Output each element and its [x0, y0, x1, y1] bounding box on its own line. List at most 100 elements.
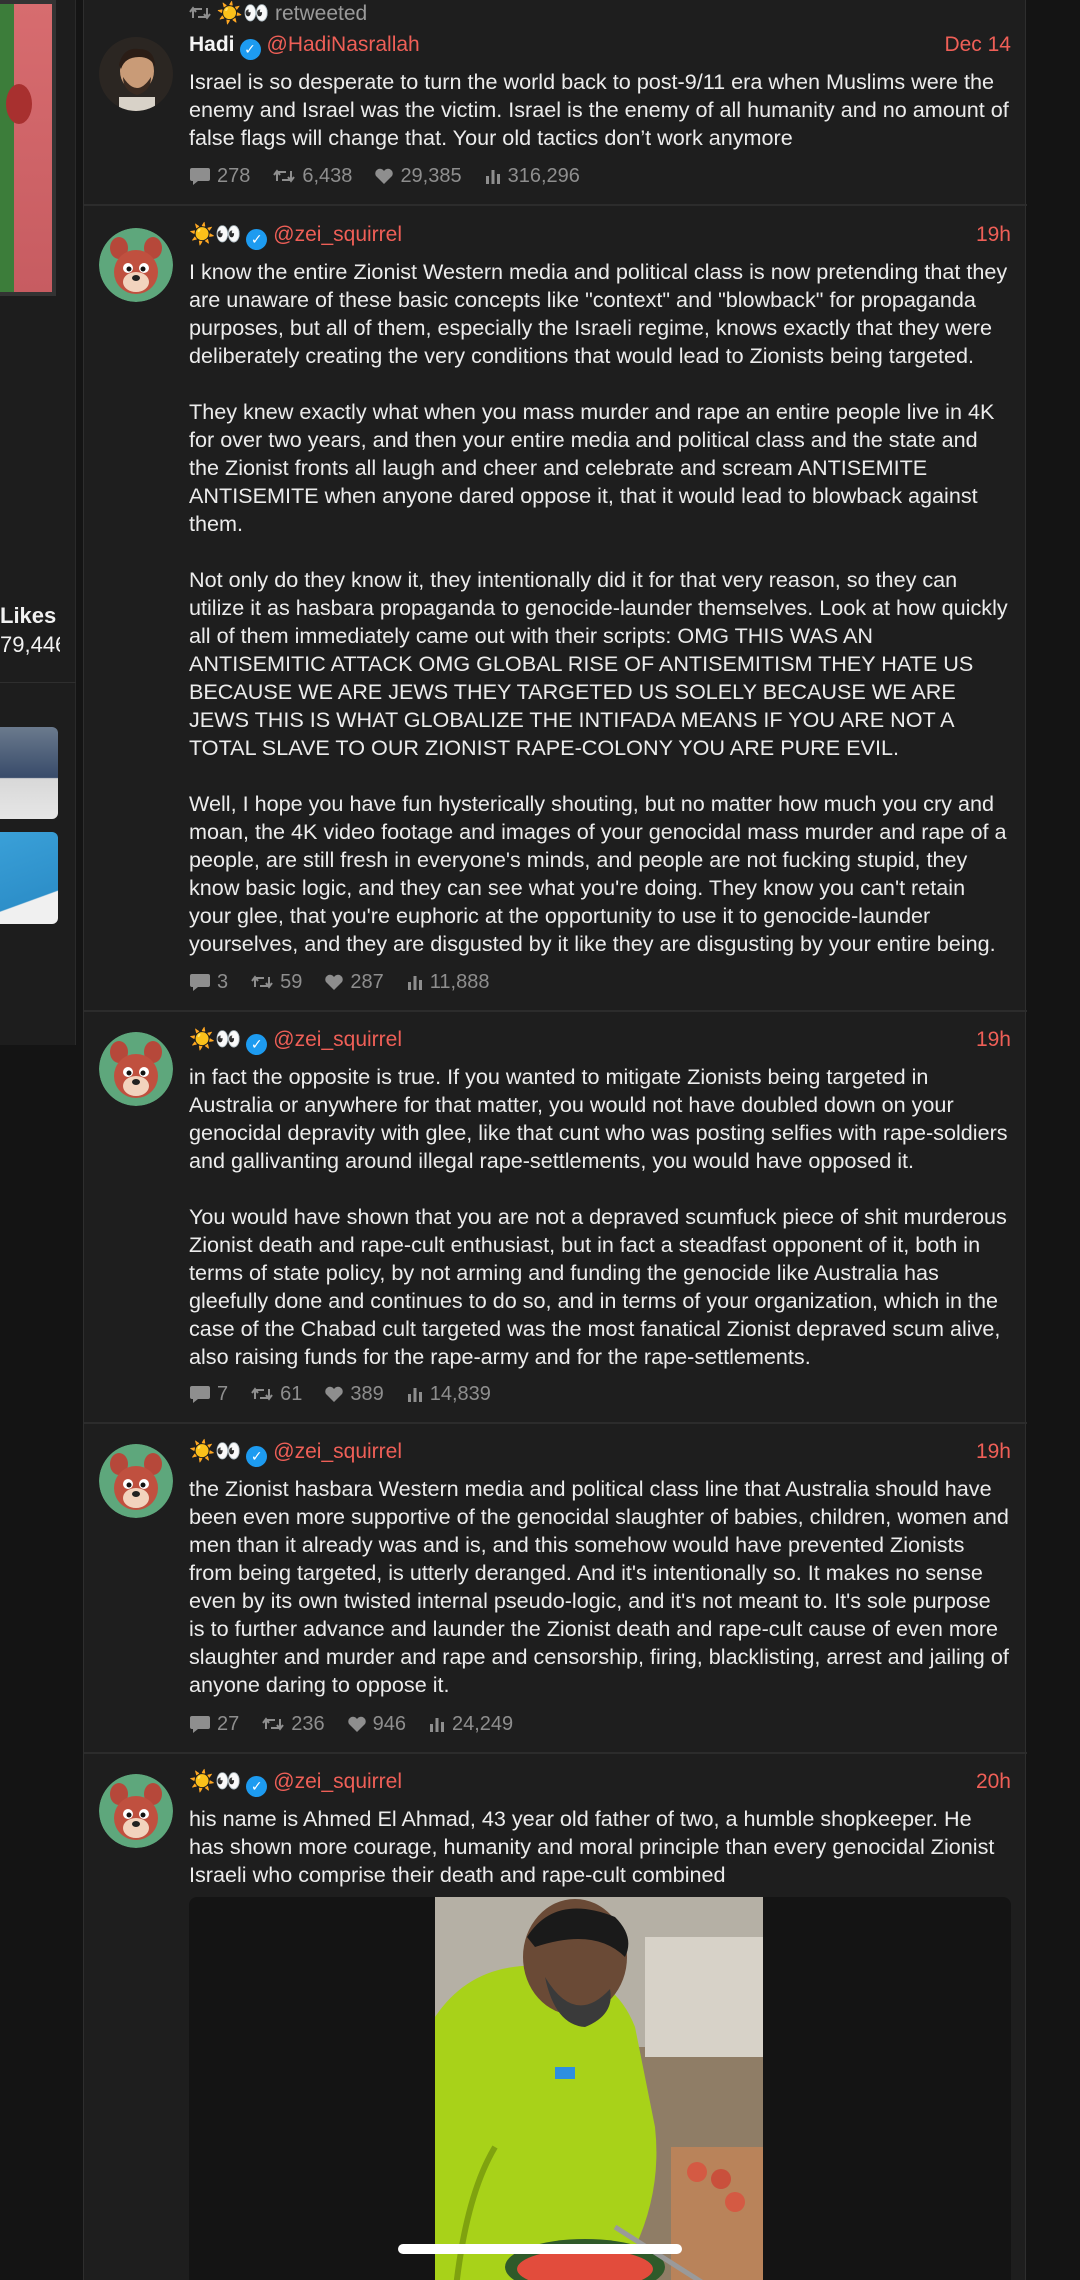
author-handle[interactable]: @zei_squirrel: [273, 223, 402, 246]
verified-icon: ✓: [246, 1034, 268, 1055]
heart-icon: [325, 974, 344, 990]
post-text: his name is Ahmed El Ahmad, 43 year old …: [189, 1805, 1011, 1889]
verified-icon: ✓: [246, 229, 268, 250]
heart-icon: [347, 1716, 366, 1732]
post-timestamp[interactable]: 19h: [976, 1028, 1011, 1052]
retweet-count: 6,438: [302, 164, 353, 187]
photo-image-icon: [435, 1897, 763, 2280]
retweet-icon: [189, 6, 211, 20]
retweet-button[interactable]: 59: [250, 971, 302, 994]
likes-stat-label: Likes: [0, 603, 57, 628]
reply-icon: [190, 974, 210, 991]
avatar[interactable]: [99, 1774, 173, 1848]
reply-count: 3: [217, 970, 229, 993]
post-paragraph: Well, I hope you have fun hysterically s…: [189, 791, 1007, 956]
retweet-icon: [262, 1717, 285, 1731]
post-paragraph: You would have shown that you are not a …: [189, 1204, 1007, 1369]
author-handle[interactable]: @zei_squirrel: [273, 1440, 402, 1463]
retweet-icon: [251, 1387, 273, 1401]
timeline-post[interactable]: ☀️👀 ✓ @zei_squirrel 19h in fact the opposi…: [84, 1012, 1027, 1424]
reply-icon: [190, 1716, 210, 1733]
profile-banner-image[interactable]: [0, 0, 56, 296]
avatar[interactable]: [99, 37, 173, 111]
author-handle[interactable]: @zei_squirrel: [273, 1028, 402, 1051]
author-name[interactable]: ☀️👀: [189, 223, 241, 246]
avatar[interactable]: [99, 228, 173, 302]
post-photo[interactable]: [435, 1897, 763, 2280]
author-handle[interactable]: @zei_squirrel: [273, 1770, 402, 1793]
retweet-count: 61: [280, 1382, 303, 1405]
post-paragraph: Not only do they know it, they intention…: [189, 567, 1008, 760]
author-name[interactable]: ☀️👀: [189, 1770, 241, 1793]
post-header: Hadi ✓ @HadiNasrallah Dec 14: [189, 33, 1011, 63]
retweet-button[interactable]: 236: [261, 1712, 325, 1736]
retweeter-name[interactable]: ☀️👀: [217, 2, 269, 25]
retweet-count: 236: [291, 1712, 325, 1735]
squirrel-avatar-icon: [99, 1032, 173, 1106]
like-button[interactable]: 29,385: [374, 164, 462, 188]
user-photo-icon: [99, 37, 173, 111]
reply-button[interactable]: 278: [189, 165, 250, 188]
reply-icon: [190, 1386, 210, 1403]
timeline-feed: ☀️👀 retweeted Hadi ✓ @HadiNasrallah Dec 14…: [83, 0, 1027, 2280]
post-paragraph: his name is Ahmed El Ahmad, 43 year old …: [189, 1806, 995, 1887]
heart-icon: [325, 1386, 344, 1402]
view-count: 316,296: [507, 164, 580, 187]
like-count: 29,385: [400, 164, 462, 187]
timeline-post[interactable]: ☀️👀 retweeted Hadi ✓ @HadiNasrallah Dec 14…: [84, 0, 1027, 206]
heart-icon: [375, 168, 394, 184]
media-thumbnail[interactable]: [0, 832, 58, 924]
reply-count: 7: [217, 1382, 229, 1405]
view-count: 11,888: [429, 970, 490, 993]
timeline-post[interactable]: ☀️👀 ✓ @zei_squirrel 19h the Zionist hasbar…: [84, 1424, 1027, 1754]
reply-button[interactable]: 7: [189, 1383, 228, 1406]
reply-button[interactable]: 3: [189, 971, 228, 994]
retweet-label: retweeted: [274, 2, 368, 25]
verified-icon: ✓: [239, 39, 261, 60]
avatar[interactable]: [99, 1032, 173, 1106]
post-paragraph: Israel is so desperate to turn the world…: [189, 69, 1009, 150]
timeline-post[interactable]: ☀️👀 ✓ @zei_squirrel 20h his name is Ahmed …: [84, 1754, 1027, 2280]
retweet-indicator: ☀️👀 retweeted: [189, 2, 367, 26]
post-media[interactable]: [189, 1897, 1011, 2280]
post-paragraph: They knew exactly what when you mass mur…: [189, 399, 995, 536]
verified-icon: ✓: [246, 1446, 268, 1467]
reply-button[interactable]: 27: [189, 1713, 239, 1736]
view-count: 14,839: [429, 1382, 491, 1405]
like-count: 946: [372, 1712, 406, 1735]
like-count: 389: [350, 1382, 384, 1405]
views-stat: 14,839: [406, 1383, 491, 1406]
author-handle[interactable]: @HadiNasrallah: [267, 33, 420, 56]
post-timestamp[interactable]: Dec 14: [944, 33, 1011, 57]
post-header: ☀️👀 ✓ @zei_squirrel 20h: [189, 1770, 1011, 1800]
media-thumbnail[interactable]: [0, 727, 58, 819]
sidebar-divider: [0, 682, 76, 683]
timeline-post[interactable]: ☀️👀 ✓ @zei_squirrel 19h I know the entire …: [84, 206, 1027, 1012]
view-count: 24,249: [452, 1712, 514, 1735]
squirrel-avatar-icon: [99, 1774, 173, 1848]
likes-stat-value: 79,446: [0, 632, 60, 657]
like-button[interactable]: 389: [324, 1382, 384, 1406]
verified-icon: ✓: [246, 1776, 268, 1797]
author-name[interactable]: ☀️👀: [189, 1440, 241, 1463]
post-actions: 7 61 389 14,839: [189, 1380, 491, 1408]
home-indicator[interactable]: [398, 2244, 682, 2254]
post-timestamp[interactable]: 19h: [976, 223, 1011, 247]
avatar[interactable]: [99, 1444, 173, 1518]
like-count: 287: [350, 970, 384, 993]
retweet-icon: [251, 975, 273, 989]
post-timestamp[interactable]: 19h: [976, 1440, 1011, 1464]
retweet-button[interactable]: 61: [250, 1383, 302, 1406]
post-actions: 27 236 946 24,249: [189, 1710, 513, 1738]
retweet-button[interactable]: 6,438: [272, 165, 352, 188]
post-timestamp[interactable]: 20h: [976, 1770, 1011, 1794]
author-name[interactable]: ☀️👀: [189, 1028, 241, 1051]
post-header: ☀️👀 ✓ @zei_squirrel 19h: [189, 1440, 1011, 1470]
reply-count: 27: [217, 1712, 240, 1735]
post-text: Israel is so desperate to turn the world…: [189, 68, 1011, 152]
views-icon: [430, 1718, 444, 1732]
views-icon: [407, 976, 422, 990]
like-button[interactable]: 287: [324, 970, 384, 994]
author-name[interactable]: Hadi: [189, 33, 235, 56]
like-button[interactable]: 946: [347, 1713, 406, 1736]
